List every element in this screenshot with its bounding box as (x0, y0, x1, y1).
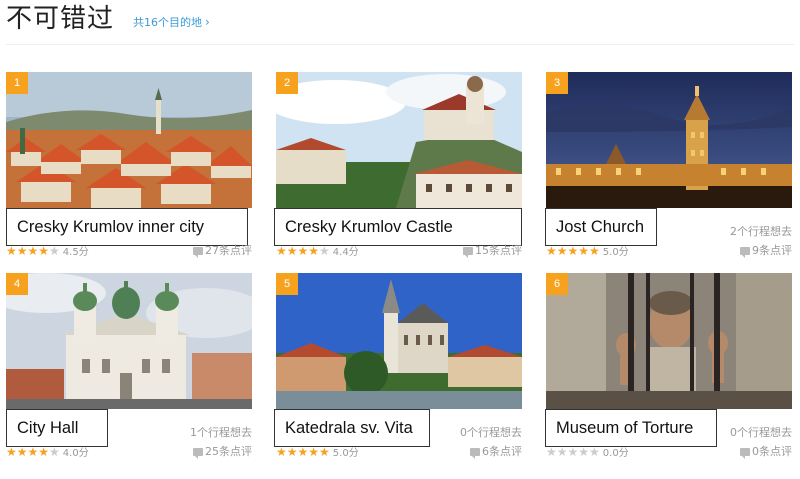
destination-card-1[interactable]: 1 Cresky Krumlov inner city ★★★★★ 4.5分 27… (6, 72, 252, 272)
review-count[interactable]: 0条点评 (740, 445, 792, 459)
rank-badge: 4 (6, 273, 28, 295)
rating-score: 4.5分 (62, 247, 89, 258)
rating-score: 5.0分 (602, 247, 629, 258)
rank-badge: 3 (546, 72, 568, 94)
destination-photo[interactable] (276, 273, 522, 409)
rank-badge: 1 (6, 72, 28, 94)
rank-badge: 6 (546, 273, 568, 295)
town-rooftops-image (6, 72, 252, 208)
destination-photo[interactable] (6, 72, 252, 208)
cathedral-image (276, 273, 522, 409)
destination-photo[interactable] (546, 273, 792, 409)
star-rating: ★★★★★ 4.4分 (276, 244, 359, 258)
castle-image (276, 72, 522, 208)
destination-name[interactable]: Cresky Krumlov inner city (6, 208, 248, 246)
comment-icon (193, 247, 203, 258)
star-icon: ★ (49, 244, 60, 258)
star-icon: ★★★★ (6, 445, 50, 459)
star-rating: ★★★★★ 4.0分 (6, 445, 89, 459)
star-icon: ★ (319, 244, 330, 258)
star-rating: ★★★★★ 5.0分 (276, 445, 359, 459)
destination-photo[interactable] (6, 273, 252, 409)
destination-name[interactable]: Cresky Krumlov Castle (274, 208, 522, 246)
rating-score: 4.0分 (62, 448, 89, 459)
star-rating: ★★★★★ 5.0分 (546, 244, 629, 258)
star-icon: ★★★★★ (276, 445, 330, 459)
destination-card-3[interactable]: 3 Jost Church 2个行程想去 ★★★★★ 5.0分 9条点评 (545, 72, 792, 272)
review-count[interactable]: 15条点评 (463, 244, 522, 258)
destination-card-6[interactable]: 6 Museum of Torture 0个行程想去 ★★★★★ 0.0分 0条点… (545, 273, 792, 473)
church-night-image (546, 72, 792, 208)
torture-museum-figure-image (546, 273, 792, 409)
destination-name[interactable]: City Hall (6, 409, 108, 447)
star-icon: ★★★★ (276, 244, 320, 258)
rank-badge: 5 (276, 273, 298, 295)
all-destinations-link[interactable]: 共16个目的地 › (133, 14, 210, 31)
comment-icon (193, 448, 203, 459)
review-count[interactable]: 27条点评 (193, 244, 252, 258)
star-icon: ★★★★★ (546, 244, 600, 258)
baroque-church-image (6, 273, 252, 409)
destination-photo[interactable] (276, 72, 522, 208)
all-destinations-label: 共16个目的地 (133, 16, 202, 29)
comment-icon (470, 448, 480, 459)
chevron-right-icon: › (205, 15, 210, 29)
rating-score: 5.0分 (332, 448, 359, 459)
comment-icon (463, 247, 473, 258)
destination-name[interactable]: Museum of Torture (545, 409, 717, 447)
rating-score: 4.4分 (332, 247, 359, 258)
review-count[interactable]: 25条点评 (193, 445, 252, 459)
star-rating: ★★★★★ 0.0分 (546, 445, 629, 459)
star-rating: ★★★★★ 4.5分 (6, 244, 89, 258)
review-count[interactable]: 9条点评 (740, 244, 792, 258)
section-title: 不可错过 (6, 4, 115, 34)
destination-card-4[interactable]: 4 City Hall 1个行程想去 ★★★★★ 4.0分 25条点评 (6, 273, 252, 473)
star-icon: ★★★★★ (546, 445, 600, 459)
comment-icon (740, 448, 750, 459)
destination-card-5[interactable]: 5 Katedrala sv. Vita 0个行程想去 ★★★★★ 5.0分 6条… (274, 273, 522, 473)
destination-card-2[interactable]: 2 Cresky Krumlov Castle ★★★★★ 4.4分 15条点评 (274, 72, 522, 272)
destination-name[interactable]: Jost Church (545, 208, 657, 246)
section-header: 不可错过 共16个目的地 › (6, 0, 794, 45)
comment-icon (740, 247, 750, 258)
star-icon: ★ (49, 445, 60, 459)
review-count[interactable]: 6条点评 (470, 445, 522, 459)
destination-photo[interactable] (546, 72, 792, 208)
destination-name[interactable]: Katedrala sv. Vita (274, 409, 430, 447)
rating-score: 0.0分 (602, 448, 629, 459)
star-icon: ★★★★ (6, 244, 50, 258)
rank-badge: 2 (276, 72, 298, 94)
